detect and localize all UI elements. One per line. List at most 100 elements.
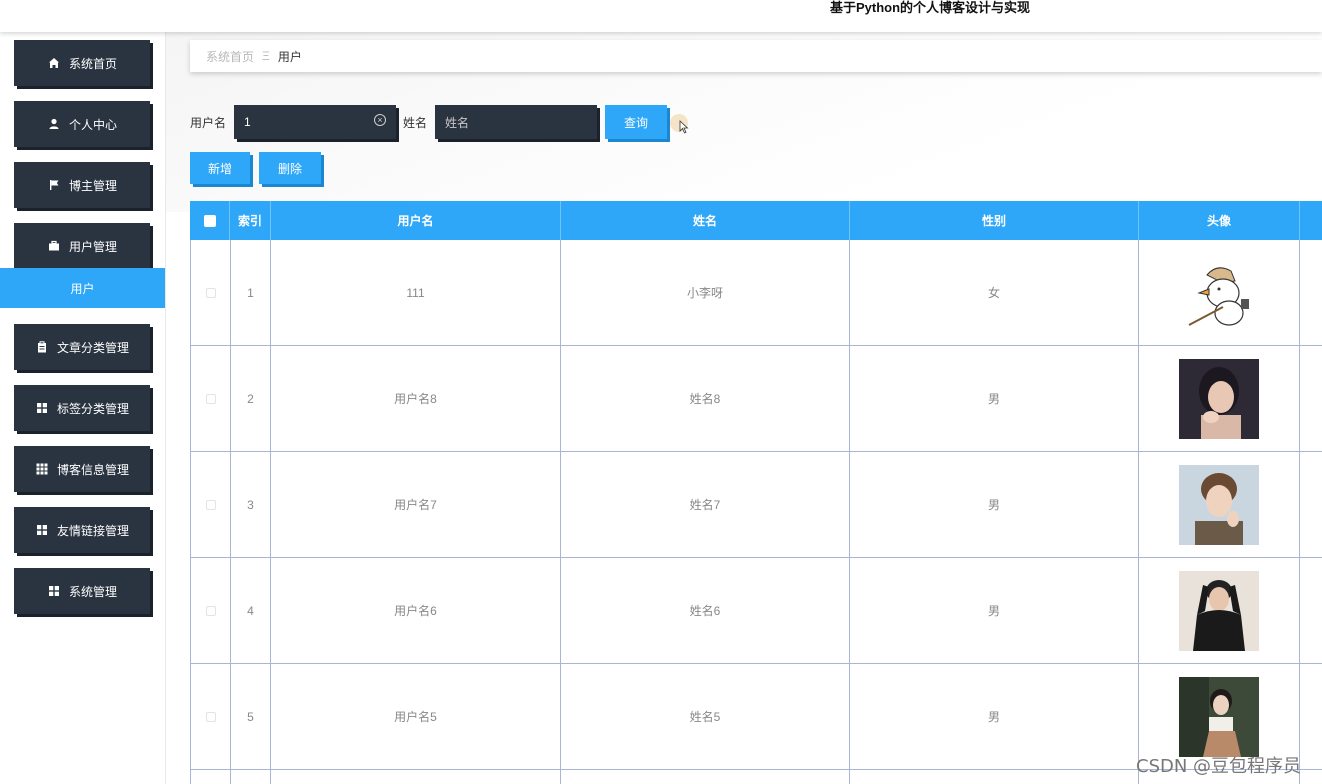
grid-icon bbox=[35, 401, 49, 415]
sidebar-item-article-category[interactable]: 文章分类管理 bbox=[14, 324, 150, 370]
cell-extra bbox=[1300, 346, 1322, 451]
row-checkbox[interactable] bbox=[205, 605, 216, 616]
sidebar-item-friend-links[interactable]: 友情链接管理 bbox=[14, 507, 150, 553]
add-button[interactable]: 新增 bbox=[190, 152, 250, 184]
name-input-placeholder: 姓名 bbox=[445, 115, 470, 130]
cell-extra bbox=[1300, 240, 1322, 345]
cell-index bbox=[231, 770, 271, 784]
username-label: 用户名 bbox=[190, 115, 227, 130]
cell-gender: 男 bbox=[850, 452, 1139, 557]
submenu-item-user[interactable]: 用户 bbox=[0, 268, 165, 308]
sidebar-item-blog-info[interactable]: 博客信息管理 bbox=[14, 446, 150, 492]
column-header-name: 姓名 bbox=[561, 201, 850, 240]
column-header-gender: 性别 bbox=[850, 201, 1139, 240]
sidebar-item-profile[interactable]: 个人中心 bbox=[14, 101, 150, 147]
username-input-value: 1 bbox=[244, 115, 251, 129]
photo-woman-avatar bbox=[1179, 358, 1259, 439]
photo-man-avatar bbox=[1179, 464, 1259, 545]
cell-gender: 男 bbox=[850, 664, 1139, 769]
cell-name: 姓名5 bbox=[561, 664, 850, 769]
table-row: 3 用户名7 姓名7 男 bbox=[190, 452, 1322, 558]
cell-username: 用户名6 bbox=[271, 558, 561, 663]
flag-icon bbox=[47, 178, 61, 192]
grid-icon bbox=[35, 523, 49, 537]
cell-name: 姓名6 bbox=[561, 558, 850, 663]
name-input[interactable]: 姓名 bbox=[435, 105, 598, 139]
sidebar-item-tag-category[interactable]: 标签分类管理 bbox=[14, 385, 150, 431]
clipboard-icon bbox=[35, 340, 49, 354]
select-all-cell bbox=[190, 201, 230, 240]
column-header-index: 索引 bbox=[230, 201, 271, 240]
cell-index: 1 bbox=[231, 240, 271, 345]
breadcrumb-home[interactable]: 系统首页 bbox=[206, 48, 254, 65]
cell-name: 小李呀 bbox=[561, 240, 850, 345]
sidebar-item-label: 标签分类管理 bbox=[56, 401, 129, 416]
avatar bbox=[1179, 570, 1259, 651]
cell-name: 姓名7 bbox=[561, 452, 850, 557]
clear-icon[interactable]: × bbox=[374, 114, 387, 126]
column-header-extra bbox=[1300, 201, 1322, 240]
cell-extra bbox=[1300, 664, 1322, 769]
cell-avatar bbox=[1139, 346, 1300, 451]
cell-gender: 男 bbox=[850, 558, 1139, 663]
row-checkbox[interactable] bbox=[205, 393, 216, 404]
cell-name bbox=[561, 770, 850, 784]
row-select-cell bbox=[191, 664, 231, 769]
cell-index: 5 bbox=[231, 664, 271, 769]
watermark: CSDN @豆包程序员 bbox=[1136, 756, 1302, 777]
sidebar-item-label: 友情链接管理 bbox=[56, 523, 129, 538]
username-input[interactable]: 1 × bbox=[234, 105, 397, 139]
cell-username: 111 bbox=[271, 240, 561, 345]
cell-gender: 女 bbox=[850, 240, 1139, 345]
row-select-cell bbox=[191, 240, 231, 345]
row-checkbox[interactable] bbox=[205, 499, 216, 510]
avatar bbox=[1179, 676, 1259, 757]
cell-extra bbox=[1300, 452, 1322, 557]
cell-index: 3 bbox=[231, 452, 271, 557]
delete-button[interactable]: 删除 bbox=[259, 152, 321, 184]
grid-nine-icon bbox=[35, 462, 49, 476]
select-all-checkbox[interactable] bbox=[203, 214, 216, 227]
cell-gender bbox=[850, 770, 1139, 784]
breadcrumb-current: 用户 bbox=[277, 49, 302, 64]
mouse-cursor-icon bbox=[679, 120, 689, 134]
row-checkbox[interactable] bbox=[205, 711, 216, 722]
row-select-cell bbox=[191, 770, 231, 784]
action-bar: 新增 删除 bbox=[190, 152, 321, 184]
cell-index: 4 bbox=[231, 558, 271, 663]
table-row: 1 111 小李呀 女 bbox=[190, 240, 1322, 346]
sidebar-item-system[interactable]: 系统管理 bbox=[14, 568, 150, 614]
sidebar-item-users[interactable]: 用户管理 bbox=[14, 223, 150, 269]
sidebar-item-label: 系统管理 bbox=[68, 584, 117, 599]
table-row: 4 用户名6 姓名6 男 bbox=[190, 558, 1322, 664]
avatar bbox=[1179, 358, 1259, 439]
sidebar-item-home[interactable]: 系统首页 bbox=[14, 40, 150, 86]
cell-username: 用户名5 bbox=[271, 664, 561, 769]
app-title: 基于Python的个人博客设计与实现 bbox=[830, 0, 1031, 15]
user-icon bbox=[47, 117, 61, 131]
row-checkbox[interactable] bbox=[205, 287, 216, 298]
sidebar-item-label: 博客信息管理 bbox=[56, 462, 129, 477]
name-label: 姓名 bbox=[403, 115, 428, 130]
sidebar-item-label: 用户管理 bbox=[68, 239, 117, 254]
query-button[interactable]: 查询 bbox=[605, 105, 668, 139]
cell-avatar bbox=[1139, 558, 1300, 663]
breadcrumb: 系统首页 Ξ 用户 bbox=[190, 40, 1322, 72]
cell-avatar bbox=[1139, 452, 1300, 557]
home-icon bbox=[47, 56, 61, 70]
cell-username bbox=[271, 770, 561, 784]
cell-avatar bbox=[1139, 240, 1300, 345]
sidebar-item-blogger[interactable]: 博主管理 bbox=[14, 162, 150, 208]
row-select-cell bbox=[191, 346, 231, 451]
column-header-username: 用户名 bbox=[271, 201, 561, 240]
sidebar-item-label: 文章分类管理 bbox=[56, 340, 129, 355]
search-bar: 用户名 1 × 姓名 姓名 查询 bbox=[190, 104, 668, 140]
photo-woman-outdoor-avatar bbox=[1179, 676, 1259, 757]
avatar bbox=[1179, 252, 1259, 333]
sidebar: 系统首页 个人中心 博主管理 用户管理 用户 文章分类管理 标签分类管理 博客信… bbox=[0, 32, 166, 784]
table-row: 2 用户名8 姓名8 男 bbox=[190, 346, 1322, 452]
grid-icon bbox=[47, 584, 61, 598]
column-header-avatar: 头像 bbox=[1139, 201, 1300, 240]
cartoon-duck-avatar bbox=[1179, 252, 1259, 333]
row-select-cell bbox=[191, 452, 231, 557]
